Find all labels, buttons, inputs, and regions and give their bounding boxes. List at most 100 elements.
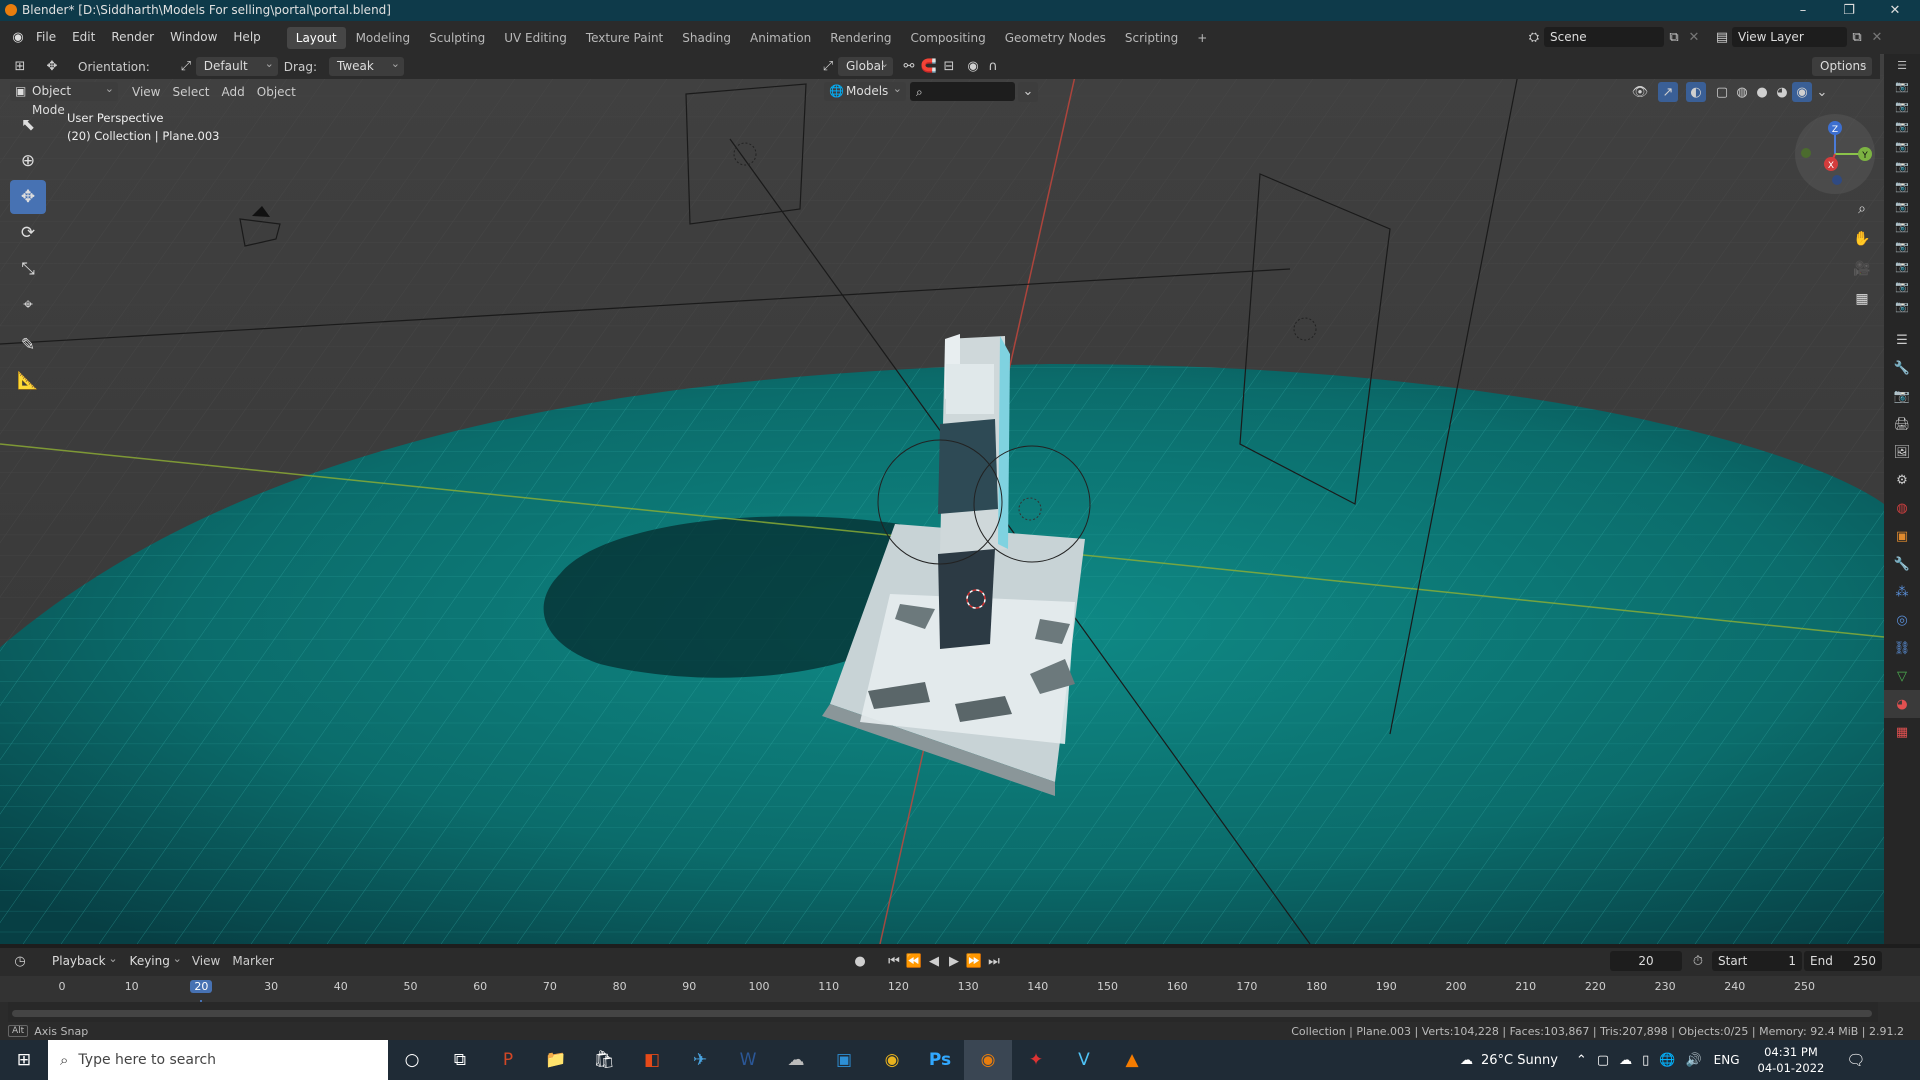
outliner-camera-icon[interactable]: 📷 bbox=[1884, 136, 1920, 156]
record-keyframe-icon[interactable]: ● bbox=[850, 951, 870, 971]
drag-dropdown[interactable]: Tweak bbox=[328, 54, 404, 76]
material-properties-icon[interactable]: ◕ bbox=[1884, 690, 1920, 718]
end-frame-field[interactable]: End 250 bbox=[1804, 951, 1882, 971]
start-button-icon[interactable]: ⊞ bbox=[0, 1040, 48, 1080]
outliner-camera-icon[interactable]: 📷 bbox=[1884, 156, 1920, 176]
remove-view-layer-icon[interactable]: ✕ bbox=[1867, 27, 1887, 47]
chrome-icon[interactable]: ◉ bbox=[868, 1040, 916, 1080]
playback-menu[interactable]: Playback bbox=[44, 949, 122, 971]
snap-increment-icon[interactable]: ⊟ bbox=[939, 57, 959, 77]
gizmo-toggle-icon[interactable]: ↗ bbox=[1658, 82, 1678, 102]
view-layer-field[interactable]: View Layer bbox=[1732, 27, 1847, 47]
blender-menu-icon[interactable]: ◉ bbox=[8, 28, 28, 48]
outliner-camera-icon[interactable]: 📷 bbox=[1884, 236, 1920, 256]
app-icon[interactable]: V bbox=[1060, 1040, 1108, 1080]
move-tool-icon[interactable]: ✥ bbox=[10, 180, 46, 214]
tab-compositing[interactable]: Compositing bbox=[901, 27, 994, 49]
tray-app-icon[interactable]: ▢ bbox=[1597, 1053, 1609, 1068]
editor-type-icon[interactable]: ⊞ bbox=[10, 57, 30, 77]
tab-shading[interactable]: Shading bbox=[673, 27, 740, 49]
photoshop-icon[interactable]: Ps bbox=[916, 1040, 964, 1080]
rotate-tool-icon[interactable]: ⟳ bbox=[10, 216, 46, 250]
remove-scene-icon[interactable]: ✕ bbox=[1684, 27, 1704, 47]
viewport-search-input[interactable]: ⌕ bbox=[910, 82, 1015, 101]
clock[interactable]: 04:31 PM 04-01-2022 bbox=[1758, 1044, 1825, 1076]
outliner-camera-icon[interactable]: 📷 bbox=[1884, 96, 1920, 116]
powerpoint-icon[interactable]: P bbox=[484, 1040, 532, 1080]
scene-properties-icon[interactable]: ⚙ bbox=[1884, 466, 1920, 494]
render-properties-icon[interactable]: 📷 bbox=[1884, 382, 1920, 410]
proportional-editing-icon[interactable]: ◉ bbox=[963, 57, 983, 77]
jump-start-icon[interactable]: ⏮ bbox=[884, 951, 904, 971]
measure-tool-icon[interactable]: 📐 bbox=[10, 364, 46, 398]
start-frame-field[interactable]: Start 1 bbox=[1712, 951, 1802, 971]
menu-view[interactable]: View bbox=[126, 85, 166, 99]
viewport-scene[interactable] bbox=[0, 54, 1884, 944]
menu-file[interactable]: File bbox=[28, 21, 64, 54]
new-view-layer-icon[interactable]: ⧉ bbox=[1847, 27, 1867, 47]
annotate-tool-icon[interactable]: ✎ bbox=[10, 328, 46, 362]
texture-properties-icon[interactable]: ▦ bbox=[1884, 718, 1920, 746]
outliner-camera-icon[interactable]: 📷 bbox=[1884, 196, 1920, 216]
app-icon[interactable]: ✈ bbox=[676, 1040, 724, 1080]
scale-tool-icon[interactable]: ⤡ bbox=[10, 252, 46, 286]
tab-animation[interactable]: Animation bbox=[741, 27, 820, 49]
scene-icon[interactable]: ⛭ bbox=[1524, 27, 1544, 47]
menu-edit[interactable]: Edit bbox=[64, 21, 103, 54]
tab-sculpting[interactable]: Sculpting bbox=[420, 27, 494, 49]
outliner-camera-icon[interactable]: 📷 bbox=[1884, 176, 1920, 196]
collection-filter-dropdown[interactable]: 🌐 Models bbox=[824, 79, 906, 101]
output-properties-icon[interactable]: 🖨 bbox=[1884, 410, 1920, 438]
app-icon[interactable]: ☁ bbox=[772, 1040, 820, 1080]
tab-scripting[interactable]: Scripting bbox=[1116, 27, 1187, 49]
stopwatch-icon[interactable]: ⏱ bbox=[1688, 951, 1708, 971]
pan-hand-icon[interactable]: ✋ bbox=[1849, 226, 1875, 252]
outliner-camera-icon[interactable]: 📷 bbox=[1884, 116, 1920, 136]
current-frame-field[interactable]: 20 bbox=[1610, 951, 1682, 971]
play-reverse-icon[interactable]: ◀ bbox=[924, 951, 944, 971]
volume-icon[interactable]: 🔊 bbox=[1685, 1053, 1701, 1068]
tab-geometry-nodes[interactable]: Geometry Nodes bbox=[996, 27, 1115, 49]
close-window-button[interactable]: ✕ bbox=[1872, 0, 1918, 21]
prev-keyframe-icon[interactable]: ⏪ bbox=[904, 951, 924, 971]
menu-add[interactable]: Add bbox=[216, 85, 251, 99]
physics-properties-icon[interactable]: ◎ bbox=[1884, 606, 1920, 634]
new-scene-icon[interactable]: ⧉ bbox=[1664, 27, 1684, 47]
options-dropdown[interactable]: Options bbox=[1812, 54, 1872, 76]
tab-layout[interactable]: Layout bbox=[286, 26, 346, 49]
tab-texture-paint[interactable]: Texture Paint bbox=[577, 27, 672, 49]
constraints-properties-icon[interactable]: ⛓ bbox=[1884, 634, 1920, 662]
material-shading-icon[interactable]: ◕ bbox=[1772, 82, 1792, 102]
blender-taskbar-icon[interactable]: ◉ bbox=[964, 1040, 1012, 1080]
next-keyframe-icon[interactable]: ⏩ bbox=[964, 951, 984, 971]
taskbar-search-box[interactable]: ⌕ Type here to search bbox=[48, 1040, 388, 1080]
outliner-camera-icon[interactable]: 📷 bbox=[1884, 256, 1920, 276]
jump-end-icon[interactable]: ⏭ bbox=[984, 951, 1004, 971]
word-icon[interactable]: W bbox=[724, 1040, 772, 1080]
timeline-editor-type-icon[interactable]: ◷ bbox=[10, 951, 30, 971]
tool-properties-icon[interactable]: 🔧 bbox=[1884, 354, 1920, 382]
scene-name-field[interactable]: Scene bbox=[1544, 27, 1664, 47]
particles-properties-icon[interactable]: ⁂ bbox=[1884, 578, 1920, 606]
outliner-camera-icon[interactable]: 📷 bbox=[1884, 216, 1920, 236]
notifications-icon[interactable]: 🗨 bbox=[1846, 1051, 1865, 1069]
cortana-icon[interactable]: ○ bbox=[388, 1040, 436, 1080]
tab-rendering[interactable]: Rendering bbox=[821, 27, 900, 49]
falloff-icon[interactable]: ∩ bbox=[983, 57, 1003, 77]
menu-window[interactable]: Window bbox=[162, 21, 225, 54]
add-workspace-icon[interactable]: + bbox=[1188, 27, 1216, 49]
store-icon[interactable]: 🛍 bbox=[580, 1040, 628, 1080]
frame-ruler[interactable]: 0 10 20 30 40 50 60 70 80 90 100 110 120 130 140 150 160… bbox=[0, 976, 1920, 1026]
xray-toggle-icon[interactable]: ▢ bbox=[1712, 82, 1732, 102]
vlc-icon[interactable]: ▲ bbox=[1108, 1040, 1156, 1080]
current-frame-indicator[interactable]: 20 bbox=[190, 980, 213, 993]
object-properties-icon[interactable]: ▣ bbox=[1884, 522, 1920, 550]
marker-menu[interactable]: Marker bbox=[226, 954, 279, 968]
play-icon[interactable]: ▶ bbox=[944, 951, 964, 971]
menu-help[interactable]: Help bbox=[225, 21, 268, 54]
battery-icon[interactable]: ▯ bbox=[1642, 1053, 1649, 1068]
menu-object[interactable]: Object bbox=[251, 85, 302, 99]
world-properties-icon[interactable]: ◍ bbox=[1884, 494, 1920, 522]
office-icon[interactable]: ◧ bbox=[628, 1040, 676, 1080]
tab-modeling[interactable]: Modeling bbox=[347, 27, 420, 49]
